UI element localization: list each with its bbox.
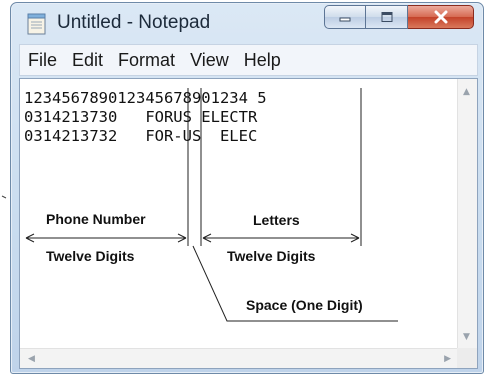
label-twelve-digits-left: Twelve Digits <box>46 248 135 264</box>
label-space-one-digit: Space (One Digit) <box>246 297 363 313</box>
annotation-overlay <box>1 88 398 322</box>
label-phone-number: Phone Number <box>46 211 146 227</box>
label-twelve-digits-right: Twelve Digits <box>227 248 316 264</box>
label-letters: Letters <box>253 212 300 228</box>
